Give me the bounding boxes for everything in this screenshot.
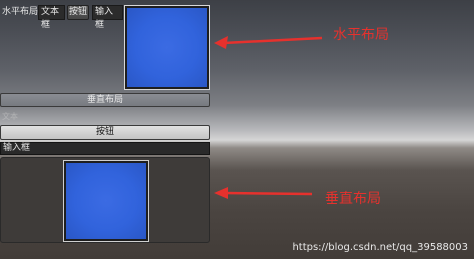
vertical-text-label: 文本 <box>2 112 18 121</box>
horizontal-layout-label: 水平布局 <box>2 7 39 17</box>
vertical-layout-title-bar: 垂直布局 <box>0 93 210 107</box>
horizontal-text-field[interactable]: 文本框 <box>38 5 65 30</box>
vertical-image-frame <box>63 160 149 242</box>
vertical-layout-area <box>0 157 210 243</box>
horizontal-annotation-label: 水平布局 <box>333 27 389 43</box>
vertical-input-field[interactable]: 输入框 <box>0 142 210 155</box>
vertical-annotation-label: 垂直布局 <box>325 191 381 207</box>
horizontal-button[interactable]: 按钮 <box>67 5 89 20</box>
vertical-button[interactable]: 按钮 <box>0 125 210 140</box>
horizontal-image <box>127 8 207 87</box>
horizontal-image-frame <box>124 5 210 90</box>
horizontal-annotation-arrow <box>214 32 324 52</box>
vertical-annotation-arrow <box>214 184 314 204</box>
horizontal-input-field[interactable]: 输入框 <box>92 5 123 30</box>
vertical-image <box>66 163 146 239</box>
watermark-url: https://blog.csdn.net/qq_39588003 <box>292 242 468 253</box>
